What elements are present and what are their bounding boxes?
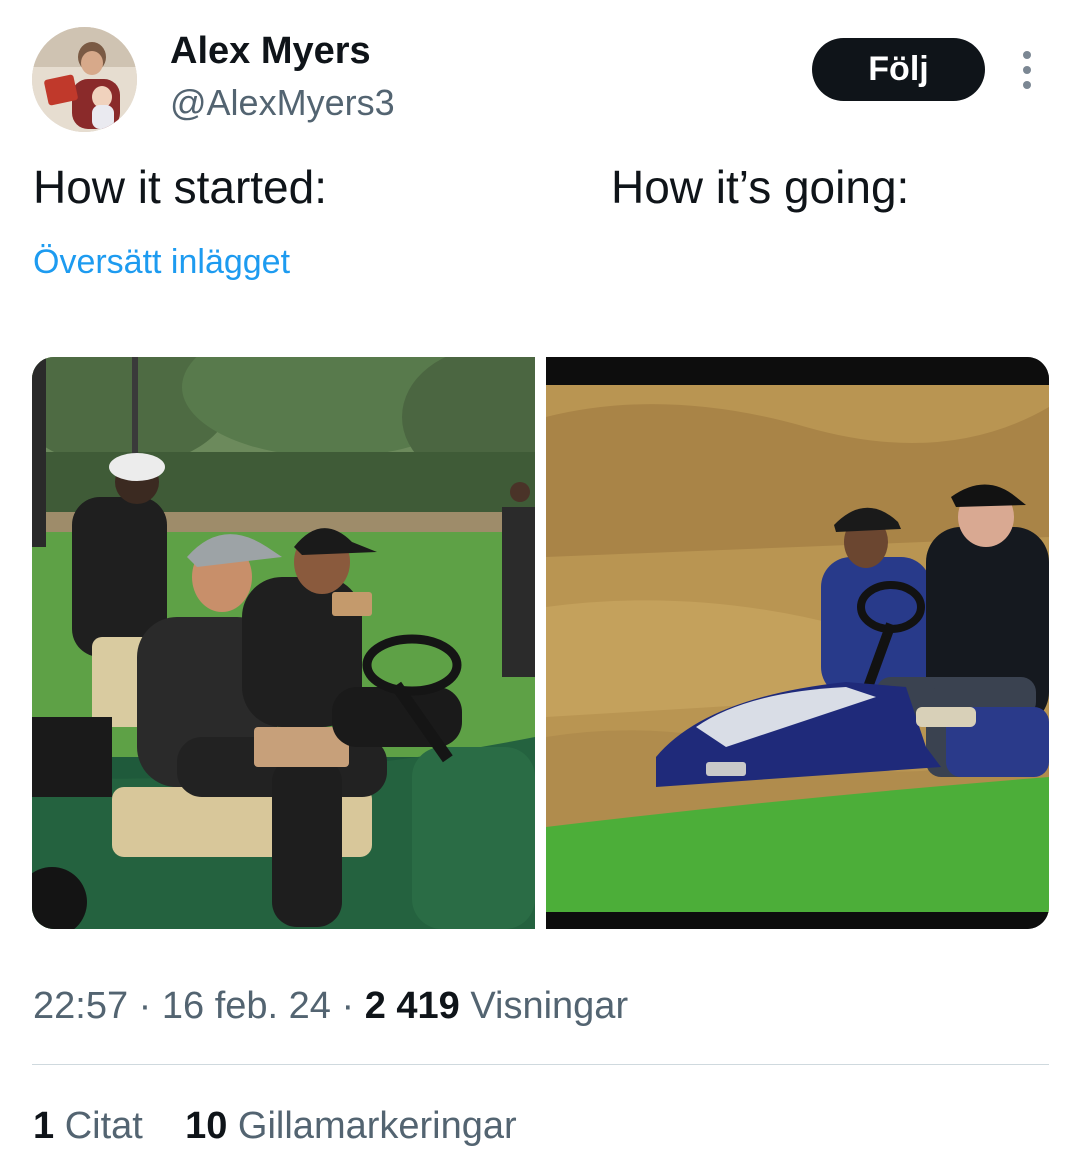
tweet-detail: Alex Myers @AlexMyers3 Följ How it start…: [0, 0, 1080, 1176]
views-label: Visningar: [470, 985, 629, 1027]
user-handle[interactable]: @AlexMyers3: [170, 82, 395, 124]
tweet-date[interactable]: 16 feb. 24: [162, 985, 331, 1027]
quotes-count: 1: [33, 1105, 55, 1147]
display-name[interactable]: Alex Myers: [170, 30, 371, 73]
tweet-text-left: How it started:: [33, 161, 327, 213]
separator: ·: [341, 985, 355, 1027]
quotes-label: Citat: [64, 1105, 143, 1147]
golf-cart-photo: [32, 357, 535, 929]
dot-icon: [1023, 66, 1031, 74]
avatar[interactable]: [32, 27, 137, 132]
dot-icon: [1023, 51, 1031, 59]
more-options-icon[interactable]: [1008, 46, 1046, 94]
quotes-stat[interactable]: 1 Citat: [33, 1105, 143, 1147]
follow-button[interactable]: Följ: [812, 38, 985, 101]
tweet-meta: 22:57 · 16 feb. 24 · 2 419 Visningar: [33, 985, 628, 1028]
tweet-text-right: How it’s going:: [611, 161, 910, 213]
media-photo-left[interactable]: [32, 357, 535, 929]
separator: ·: [138, 985, 152, 1027]
dot-icon: [1023, 81, 1031, 89]
views-count: 2 419: [364, 985, 460, 1027]
likes-count: 10: [185, 1105, 228, 1147]
divider: [32, 1064, 1049, 1065]
tv-screen-photo: [546, 357, 1049, 929]
likes-stat[interactable]: 10 Gillamarkeringar: [185, 1105, 517, 1147]
tweet-time[interactable]: 22:57: [33, 985, 128, 1027]
likes-label: Gillamarkeringar: [237, 1105, 517, 1147]
media-photo-right[interactable]: [546, 357, 1049, 929]
translate-post-link[interactable]: Översätt inlägget: [33, 243, 290, 282]
tweet-stats: 1 Citat 10 Gillamarkeringar: [33, 1105, 517, 1148]
avatar-image: [32, 27, 137, 132]
